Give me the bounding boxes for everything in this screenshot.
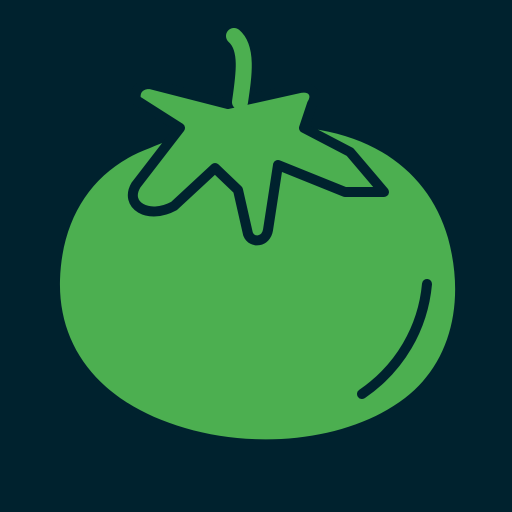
tomato-stem (226, 28, 252, 110)
app-icon (0, 0, 512, 512)
tomato-icon (59, 28, 456, 440)
